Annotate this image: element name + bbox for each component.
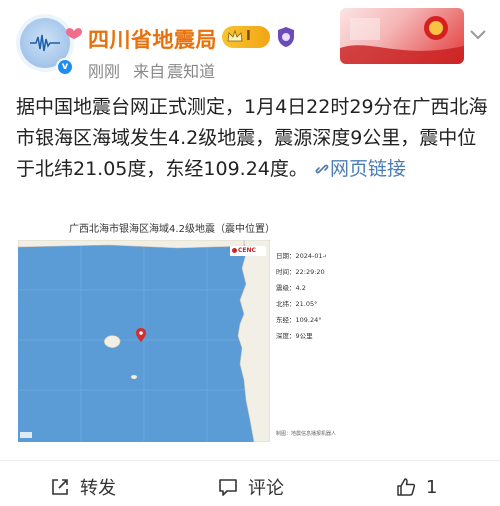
cenc-logo-icon <box>232 248 237 253</box>
info-date: 日期：2024-01-0 <box>276 252 326 260</box>
post-meta: 刚刚 来自 震知道 <box>88 58 223 82</box>
map-footnote: 制图：地震信息播报机器人 <box>276 431 337 437</box>
comment-icon <box>219 479 237 496</box>
like-count: 1 <box>426 476 438 498</box>
post-time: 刚刚 <box>88 62 121 81</box>
cenc-logo: CENC <box>230 246 266 256</box>
map-area <box>18 240 270 442</box>
info-magnitude: 震级：4.2 <box>276 284 306 292</box>
chevron-down-icon[interactable] <box>468 28 488 42</box>
info-latitude: 北纬：21.05° <box>276 300 318 308</box>
info-longitude: 东经：109.24° <box>276 316 322 324</box>
thumbs-up-icon <box>397 478 416 496</box>
post-text: 据中国地震台网正式测定，1月4日22时29分在广西北海市银海区海域发生4.2级地… <box>16 96 488 180</box>
level-badge: I <box>222 26 270 48</box>
web-link-label: 网页链接 <box>329 158 406 180</box>
quake-info-panel: 日期：2024-01-0 时间：22:29:20 震级：4.2 北纬：21.05… <box>276 248 326 438</box>
epicenter-map-image[interactable]: 广西北海市银海区海域4.2级地震（震中位置） CENC 日期：2024-01-0… <box>18 210 336 442</box>
map-title: 广西北海市银海区海域4.2级地震（震中位置） <box>69 224 275 235</box>
repost-label: 转发 <box>80 478 116 499</box>
cenc-logo-text: CENC <box>238 247 256 254</box>
seismograph-icon <box>30 34 60 52</box>
post-source[interactable]: 震知道 <box>167 62 215 81</box>
repost-icon <box>52 479 68 495</box>
info-time: 时间：22:29:20 <box>276 268 325 276</box>
heart-icon <box>66 28 82 39</box>
flag-emblem-icon <box>340 16 464 64</box>
comment-button[interactable]: 评论 <box>218 472 284 502</box>
verified-badge-icon: v <box>56 58 74 76</box>
action-bar: 转发 评论 1 <box>0 466 500 506</box>
account-name[interactable]: 四川省地震局 <box>88 24 217 54</box>
like-button[interactable]: 1 <box>396 472 437 502</box>
level-value: I <box>246 29 251 44</box>
avatar[interactable]: v <box>16 14 92 90</box>
divider <box>0 460 500 461</box>
comment-label: 评论 <box>248 478 284 499</box>
post-header: v 四川省地震局 I 刚刚 来自 震知道 <box>0 0 500 86</box>
link-icon <box>315 164 329 174</box>
epicenter-marker-icon <box>136 328 146 342</box>
web-link[interactable]: 网页链接 <box>314 158 406 180</box>
source-prefix: 来自 <box>133 62 166 81</box>
info-depth: 深度：9公里 <box>276 332 313 340</box>
decorative-banner <box>340 8 464 64</box>
crown-icon <box>227 29 243 42</box>
shield-icon <box>278 27 294 47</box>
post-body: 据中国地震台网正式测定，1月4日22时29分在广西北海市银海区海域发生4.2级地… <box>16 92 488 185</box>
repost-button[interactable]: 转发 <box>50 472 116 502</box>
